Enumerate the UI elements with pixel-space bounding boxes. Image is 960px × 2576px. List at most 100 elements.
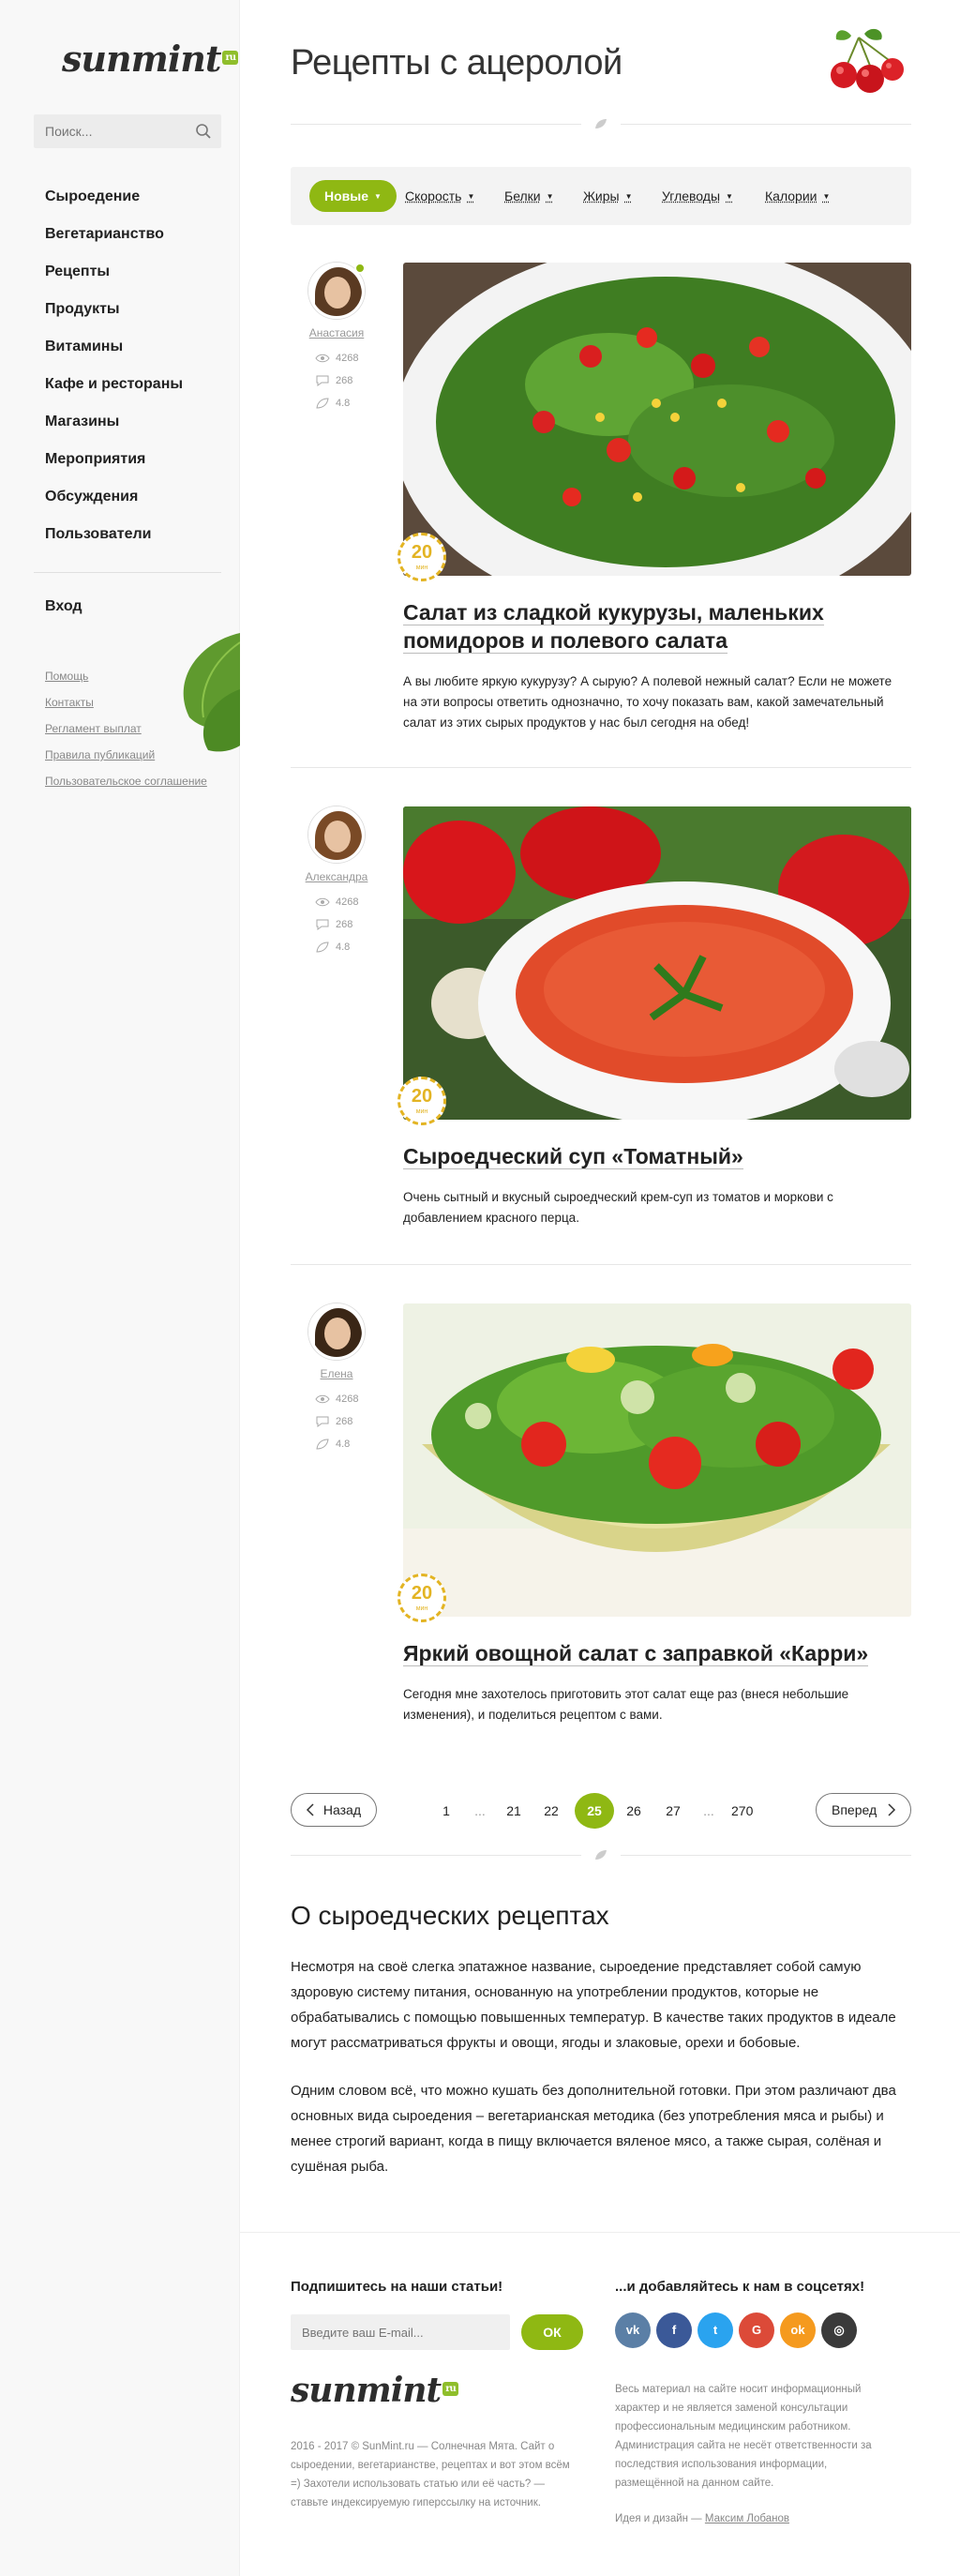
odnoklassniki-icon[interactable]: ok (780, 2312, 816, 2348)
copyright-text: 2016 - 2017 © SunMint.ru — Солнечная Мят… (291, 2441, 570, 2508)
rating-stat: 4.8 (315, 942, 382, 964)
credit: Идея и дизайн — Максим Лобанов (615, 2513, 789, 2524)
next-page-button[interactable]: Вперед (816, 1793, 911, 1827)
sidebar-divider (34, 572, 221, 573)
footer-logo[interactable]: sunmint ru (291, 2371, 458, 2410)
disclaimer-text: Весь материал на сайте носит информацион… (615, 2384, 872, 2489)
subscribe-button[interactable]: ОК (521, 2314, 583, 2350)
recipe-excerpt: А вы любите яркую кукурузу? А сырую? А п… (403, 674, 892, 730)
subscribe-title: Подпишитесь на наши статьи! (291, 2279, 503, 2295)
instagram-icon[interactable]: ◎ (821, 2312, 857, 2348)
rating-stat: 4.8 (315, 1439, 382, 1461)
acerola-berries-icon (831, 28, 904, 93)
recipe-title[interactable]: Яркий овощной салат с заправкой «Карри» (403, 1639, 911, 1667)
nav-item-events[interactable]: Мероприятия (45, 446, 183, 484)
leaf-rating-icon (316, 942, 329, 953)
page-link[interactable]: 270 (731, 1793, 753, 1829)
nav-item-vitamins[interactable]: Витамины (45, 334, 183, 371)
chevron-right-icon (888, 1803, 896, 1816)
comments-stat: 268 (315, 375, 382, 398)
filter-new[interactable]: Новые ▼ (309, 180, 397, 212)
leaf-icon (595, 119, 607, 128)
footer: Подпишитесь на наши статьи! ОК sunmintru… (291, 2232, 911, 2576)
recipe-title[interactable]: Сыроедческий суп «Томатный» (403, 1142, 911, 1170)
eye-icon (315, 1394, 330, 1404)
link-help[interactable]: Помощь (45, 670, 207, 696)
rating-stat: 4.8 (315, 398, 382, 420)
page-link[interactable]: 21 (504, 1793, 523, 1829)
link-user-agreement[interactable]: Пользовательское соглашение (45, 775, 207, 801)
comment-icon (316, 919, 329, 931)
nav-item-shops[interactable]: Магазины (45, 409, 183, 446)
link-payouts[interactable]: Регламент выплат (45, 722, 207, 748)
search-icon[interactable] (195, 123, 212, 140)
nav-item-vegetarianism[interactable]: Вегетарианство (45, 221, 183, 259)
post-stats: 4268 268 4.8 (291, 353, 382, 420)
avatar[interactable] (308, 1303, 365, 1360)
designer-link[interactable]: Максим Лобанов (705, 2513, 789, 2524)
search-input[interactable] (34, 114, 184, 148)
filter-bar: Новые ▼ Скорость ▼ Белки ▼ Жиры ▼ Углеводы ▼ … (291, 167, 911, 225)
page-ellipsis: ... (703, 1803, 714, 1818)
filter-carbs[interactable]: Углеводы ▼ (662, 180, 733, 212)
eye-icon (315, 354, 330, 363)
link-contacts[interactable]: Контакты (45, 696, 207, 722)
page-link[interactable]: 22 (542, 1793, 561, 1829)
recipe-excerpt: Сегодня мне захотелось приготовить этот … (403, 1687, 849, 1722)
filter-proteins[interactable]: Белки ▼ (504, 180, 554, 212)
author-name[interactable]: Елена (291, 1367, 382, 1380)
prev-page-button[interactable]: Назад (291, 1793, 377, 1827)
section-divider (291, 1849, 911, 1860)
author-name[interactable]: Анастасия (291, 326, 382, 339)
title-divider (291, 118, 911, 129)
leaf-rating-icon (316, 1439, 329, 1450)
nav-item-recipes[interactable]: Рецепты (45, 259, 183, 296)
nav-item-raw-food[interactable]: Сыроедение (45, 184, 183, 221)
post-stats: 4268 268 4.8 (291, 1393, 382, 1461)
comments-stat: 268 (315, 1416, 382, 1439)
author-name[interactable]: Александра (291, 870, 382, 883)
views-stat: 4268 (315, 896, 382, 919)
recipe-title[interactable]: Салат из сладкой кукурузы, маленьких пом… (403, 598, 911, 655)
recipe-photo[interactable] (403, 1303, 911, 1617)
leaf-icon (595, 1850, 607, 1860)
page-title: Рецепты с ацеролой (291, 43, 622, 83)
filter-speed[interactable]: Скорость ▼ (405, 180, 474, 212)
comments-stat: 268 (315, 919, 382, 942)
search-box (34, 114, 221, 148)
author-block: Елена 4268 268 4.8 (291, 1303, 382, 1461)
leaf-rating-icon (316, 398, 329, 409)
facebook-icon[interactable]: f (656, 2312, 692, 2348)
online-indicator (354, 263, 366, 274)
page-link[interactable]: 1 (437, 1793, 456, 1829)
login-link[interactable]: Вход (45, 598, 82, 615)
email-field[interactable] (291, 2314, 510, 2350)
nav-item-cafes[interactable]: Кафе и рестораны (45, 371, 183, 409)
site-logo[interactable]: sunmint ru (62, 38, 239, 80)
chevron-left-icon (306, 1803, 314, 1816)
filter-fats[interactable]: Жиры ▼ (583, 180, 633, 212)
nav-item-discussions[interactable]: Обсуждения (45, 484, 183, 521)
filter-calories[interactable]: Калории ▼ (765, 180, 830, 212)
twitter-icon[interactable]: t (698, 2312, 733, 2348)
nav-item-users[interactable]: Пользователи (45, 521, 183, 559)
about-paragraph: Несмотря на своё слегка эпатажное назван… (291, 1959, 896, 2051)
link-publishing-rules[interactable]: Правила публикаций (45, 748, 207, 775)
page-link[interactable]: 26 (624, 1793, 643, 1829)
recipe-photo[interactable] (403, 806, 911, 1120)
nav-item-products[interactable]: Продукты (45, 296, 183, 334)
about-title: О сыроедческих рецептах (291, 1901, 609, 1930)
comment-icon (316, 375, 329, 387)
views-stat: 4268 (315, 353, 382, 375)
page-ellipsis: ... (474, 1803, 486, 1818)
page-current[interactable]: 25 (575, 1793, 614, 1829)
avatar[interactable] (308, 806, 365, 863)
about-paragraph: Одним словом всё, что можно кушать без д… (291, 2083, 896, 2175)
logo-badge: ru (442, 2382, 458, 2396)
comment-icon (316, 1416, 329, 1428)
google-plus-icon[interactable]: G (739, 2312, 774, 2348)
recipe-excerpt: Очень сытный и вкусный сыроедческий крем… (403, 1190, 833, 1225)
vk-icon[interactable]: vk (615, 2312, 651, 2348)
recipe-photo[interactable] (403, 263, 911, 576)
page-link[interactable]: 27 (664, 1793, 682, 1829)
